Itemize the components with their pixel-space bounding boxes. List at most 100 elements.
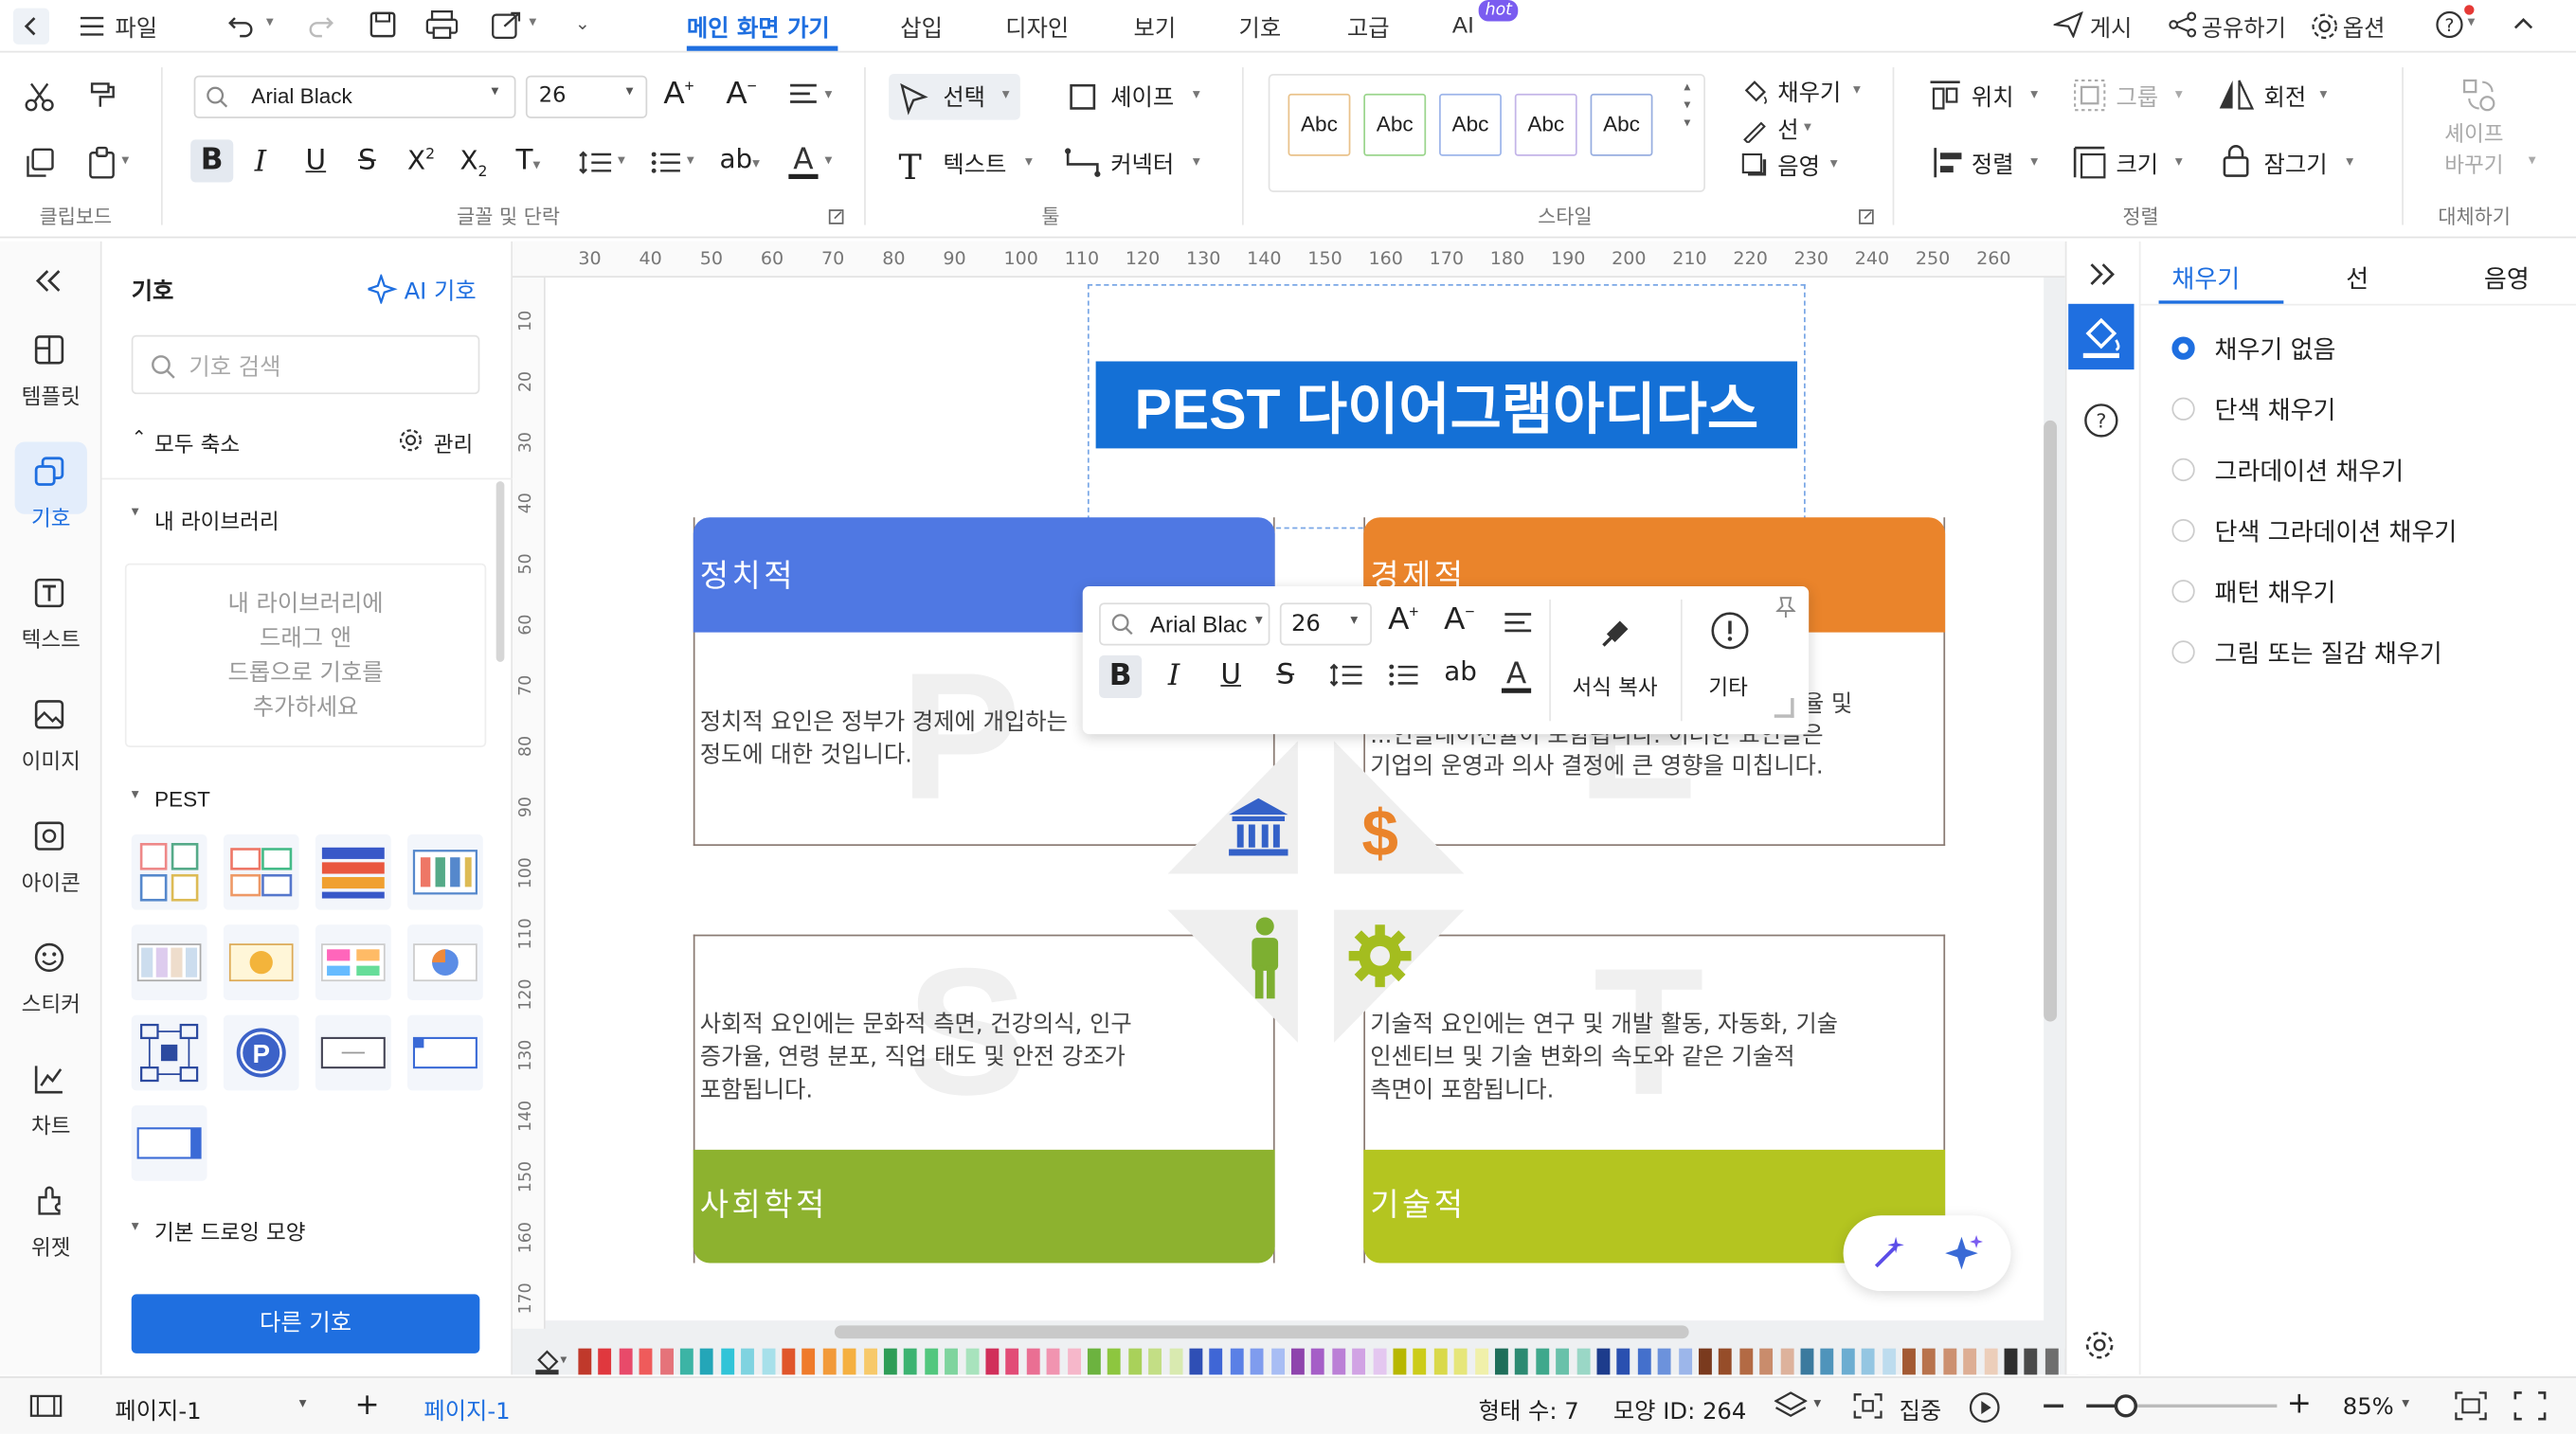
font-color-icon[interactable]: A [1500, 655, 1536, 702]
increase-font-icon[interactable]: A+ [664, 78, 694, 114]
color-swatch[interactable] [1678, 1348, 1692, 1375]
undo-dropdown-icon[interactable]: ▾ [266, 15, 274, 31]
collapse-ribbon-icon[interactable] [2511, 9, 2537, 43]
color-swatch[interactable] [619, 1348, 633, 1375]
font-color-icon[interactable]: A [787, 141, 823, 188]
rotate-icon[interactable] [2218, 78, 2255, 117]
pest-symbol-thumb[interactable] [407, 924, 483, 1001]
color-swatch[interactable] [1943, 1348, 1956, 1375]
color-swatch[interactable] [782, 1348, 796, 1375]
expand-panel-icon[interactable] [2086, 261, 2116, 295]
replace-shape-label-2[interactable]: 바꾸기 [2444, 148, 2503, 179]
text-case-icon[interactable]: ab [1444, 655, 1477, 687]
color-swatch[interactable] [1433, 1348, 1448, 1375]
floating-size-select[interactable]: 26 ▾ [1279, 602, 1372, 646]
fill-button[interactable]: 채우기 [1777, 76, 1841, 109]
color-swatch[interactable] [945, 1348, 959, 1375]
pest-symbol-thumb[interactable] [407, 834, 483, 910]
tab-shadow[interactable]: 음영 [2484, 261, 2530, 296]
share-button[interactable]: 공유하기 [2202, 11, 2286, 45]
tab-insert[interactable]: 삽입 [900, 11, 943, 45]
more-options-label[interactable]: 기타 [1708, 670, 1747, 701]
symbol-search-input[interactable]: 기호 검색 [131, 334, 480, 395]
pest-symbol-thumb[interactable] [315, 924, 391, 1001]
nav-image[interactable]: 이미지 [0, 744, 102, 775]
color-swatch[interactable] [578, 1348, 592, 1375]
pest-symbol-thumb[interactable] [131, 924, 207, 1001]
option-solid-fill[interactable]: 단색 채우기 [2215, 392, 2336, 426]
replace-shape-icon[interactable] [2461, 78, 2497, 120]
color-swatch[interactable] [1616, 1348, 1630, 1375]
zoom-value[interactable]: 85% [2343, 1394, 2394, 1421]
play-icon[interactable] [1968, 1391, 2001, 1431]
color-swatch[interactable] [598, 1348, 612, 1375]
nav-charts[interactable]: 차트 [0, 1108, 102, 1139]
color-swatch[interactable] [1576, 1348, 1590, 1375]
style-sample-2[interactable]: Abc [1363, 93, 1427, 156]
shape-icon[interactable] [1068, 82, 1097, 118]
style-sample-3[interactable]: Abc [1439, 93, 1502, 156]
color-swatch[interactable] [1331, 1348, 1345, 1375]
align-objects-icon[interactable] [1932, 146, 1965, 186]
bullets-icon[interactable] [1388, 662, 1421, 695]
floating-italic-button[interactable]: I [1168, 658, 1180, 692]
pest-symbol-thumb[interactable] [315, 834, 391, 910]
connector-button[interactable]: 커넥터 [1110, 148, 1174, 181]
print-icon[interactable] [425, 9, 459, 45]
shadow-icon[interactable] [1741, 152, 1768, 186]
color-swatch[interactable] [1739, 1348, 1753, 1375]
color-swatch[interactable] [741, 1348, 755, 1375]
tab-design[interactable]: 디자인 [1005, 11, 1069, 45]
pest-symbol-thumb[interactable] [407, 1014, 483, 1091]
position-button[interactable]: 위치 [1972, 81, 2014, 114]
option-no-fill[interactable]: 채우기 없음 [2215, 332, 2336, 366]
position-icon[interactable] [1929, 79, 1962, 118]
lock-button[interactable]: 잠그기 [2264, 148, 2328, 181]
color-swatch[interactable] [720, 1348, 734, 1375]
cut-icon[interactable] [23, 81, 56, 120]
color-swatch[interactable] [639, 1348, 653, 1375]
options-button[interactable]: 옵션 [2343, 11, 2386, 45]
export-icon[interactable] [490, 9, 523, 45]
color-swatch[interactable] [700, 1348, 714, 1375]
color-swatch[interactable] [1902, 1348, 1916, 1375]
option-gradient-fill[interactable]: 그라데이션 채우기 [2215, 454, 2405, 488]
color-swatch[interactable] [1413, 1348, 1427, 1375]
fill-panel-toggle[interactable] [2068, 303, 2135, 370]
export-dropdown-icon[interactable]: ▾ [529, 15, 536, 31]
pest-symbol-thumb[interactable] [223, 924, 299, 1001]
color-swatch[interactable] [2025, 1348, 2038, 1375]
radio-pattern-fill[interactable] [2171, 580, 2195, 603]
color-swatch[interactable] [1821, 1348, 1834, 1375]
more-chevron-icon[interactable]: ⌄ [575, 13, 590, 35]
resize-handle-icon[interactable] [1774, 697, 1794, 718]
subscript-button[interactable]: X2 [460, 145, 488, 181]
shape-button[interactable]: 셰이프 [1110, 81, 1174, 114]
color-swatch[interactable] [761, 1348, 775, 1375]
color-swatch[interactable] [1841, 1348, 1855, 1375]
color-swatch[interactable] [1862, 1348, 1875, 1375]
color-swatch[interactable] [679, 1348, 694, 1375]
zoom-out-icon[interactable] [2044, 1404, 2063, 1407]
color-swatch[interactable] [1372, 1348, 1386, 1375]
color-swatch[interactable] [1699, 1348, 1712, 1375]
color-swatch[interactable] [1290, 1348, 1305, 1375]
decrease-font-icon[interactable]: A− [1444, 602, 1474, 638]
collapse-all-button[interactable]: 모두 축소 [154, 427, 240, 458]
fill-bucket-icon[interactable] [1741, 79, 1768, 112]
lock-icon[interactable] [2221, 145, 2250, 185]
color-swatch[interactable] [822, 1348, 837, 1375]
settings-gear-icon[interactable] [2083, 1329, 2117, 1369]
align-dropdown-icon[interactable]: ▾ [824, 87, 832, 103]
basic-shapes-header[interactable]: 기본 드로잉 모양 [154, 1215, 306, 1246]
text-format-icon[interactable]: T▾ [515, 145, 540, 178]
pest-symbol-thumb[interactable] [131, 1014, 207, 1091]
color-swatch[interactable] [964, 1348, 979, 1375]
ai-sparkle-icon[interactable] [1945, 1233, 1985, 1280]
hamburger-icon[interactable] [79, 15, 105, 45]
page-layout-icon[interactable] [29, 1394, 63, 1424]
zoom-in-icon[interactable]: + [2287, 1387, 2312, 1421]
undo-icon[interactable] [226, 11, 256, 45]
color-swatch[interactable] [1759, 1348, 1774, 1375]
style-sample-5[interactable]: Abc [1590, 93, 1653, 156]
